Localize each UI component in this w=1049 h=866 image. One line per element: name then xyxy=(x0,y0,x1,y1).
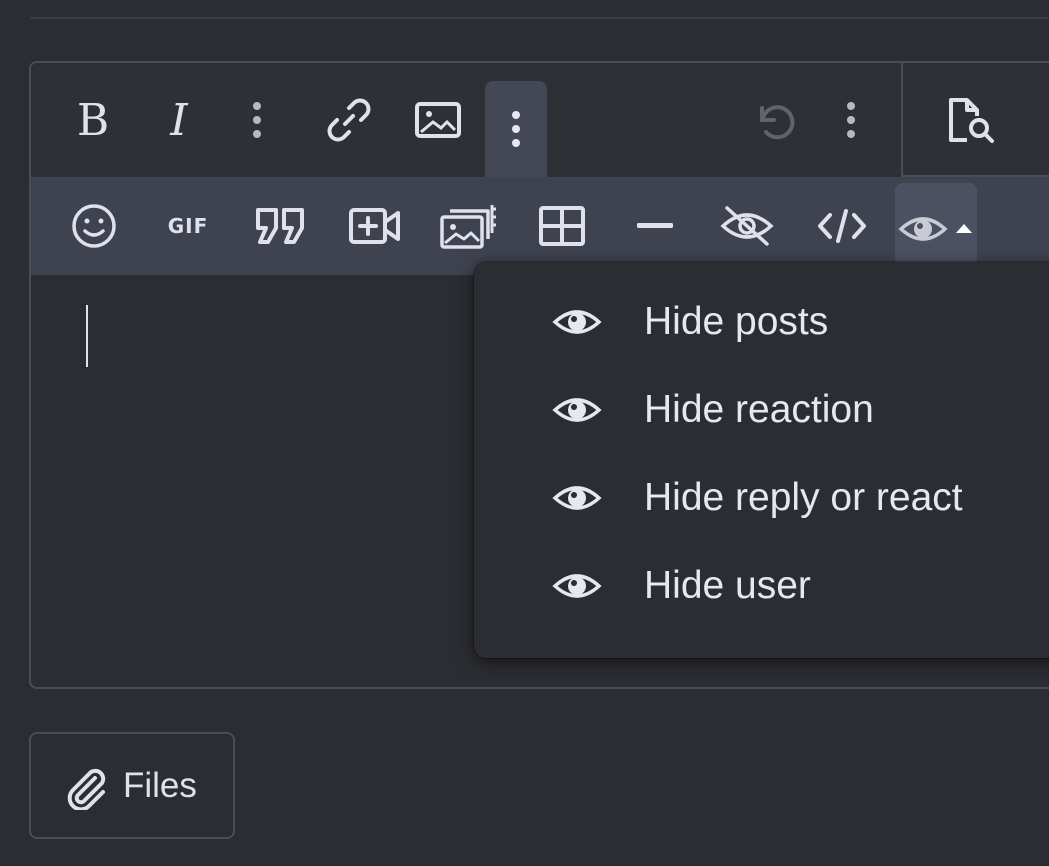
gallery-button[interactable] xyxy=(439,177,499,275)
gif-icon: GIF xyxy=(167,214,209,238)
eye-icon xyxy=(552,574,602,598)
preview-icon xyxy=(949,98,994,143)
menu-item-label: Hide user xyxy=(644,564,811,607)
divider xyxy=(30,17,1049,19)
horizontal-rule-button[interactable] xyxy=(631,177,679,275)
menu-item-hide-reaction[interactable]: Hide reaction xyxy=(474,370,1049,450)
gallery-icon xyxy=(440,205,496,249)
video-plus-icon xyxy=(349,208,400,244)
undo-button[interactable] xyxy=(747,63,801,177)
hide-dropdown-menu: Hide posts Hide reaction Hide reply or r… xyxy=(474,262,1049,658)
link-icon xyxy=(327,98,371,142)
link-button[interactable] xyxy=(323,63,375,177)
media-button[interactable] xyxy=(347,177,403,275)
more-options-button[interactable] xyxy=(831,63,871,177)
gif-button[interactable]: GIF xyxy=(161,177,215,275)
image-button[interactable] xyxy=(411,63,465,177)
eye-icon xyxy=(898,217,972,241)
spoiler-button[interactable] xyxy=(717,177,777,275)
editor-toolbar: B I xyxy=(31,63,1049,177)
menu-item-label: Hide reply or react xyxy=(644,476,963,519)
files-label: Files xyxy=(123,766,197,805)
bold-icon: B xyxy=(76,94,110,146)
editor-insert-toolbar: GIF xyxy=(31,177,1049,275)
menu-item-hide-user[interactable]: Hide user xyxy=(474,546,1049,626)
quote-icon xyxy=(256,208,304,244)
eye-icon xyxy=(552,486,602,510)
preview-button[interactable] xyxy=(941,63,1001,177)
table-button[interactable] xyxy=(537,177,587,275)
quote-button[interactable] xyxy=(253,177,309,275)
italic-button[interactable]: I xyxy=(153,63,205,177)
code-button[interactable] xyxy=(811,177,873,275)
italic-icon: I xyxy=(170,94,188,146)
toolbar-divider xyxy=(901,63,903,177)
bold-button[interactable]: B xyxy=(67,63,119,177)
menu-item-hide-posts[interactable]: Hide posts xyxy=(474,282,1049,362)
attach-files-button[interactable]: Files xyxy=(29,732,235,839)
more-vertical-icon xyxy=(847,102,855,138)
more-insert-options-button[interactable] xyxy=(485,81,547,177)
menu-item-hide-reply-or-react[interactable]: Hide reply or react xyxy=(474,458,1049,538)
emoji-icon xyxy=(72,204,116,248)
eye-icon xyxy=(552,398,602,422)
emoji-button[interactable] xyxy=(69,177,119,275)
image-icon xyxy=(415,102,461,138)
minus-icon xyxy=(637,223,673,228)
eye-icon xyxy=(552,310,602,334)
code-icon xyxy=(818,209,866,243)
menu-item-label: Hide reaction xyxy=(644,388,874,431)
more-vertical-icon xyxy=(253,102,261,138)
table-icon xyxy=(539,206,585,246)
paperclip-icon xyxy=(67,768,106,810)
more-text-options-button[interactable] xyxy=(237,63,277,177)
undo-icon xyxy=(760,105,795,140)
page: B I GIF Hide posts Hide reaction Hide re… xyxy=(0,0,1049,866)
menu-item-label: Hide posts xyxy=(644,300,829,343)
text-cursor xyxy=(86,305,88,367)
more-vertical-icon xyxy=(512,111,520,147)
eye-slash-icon xyxy=(720,206,774,246)
